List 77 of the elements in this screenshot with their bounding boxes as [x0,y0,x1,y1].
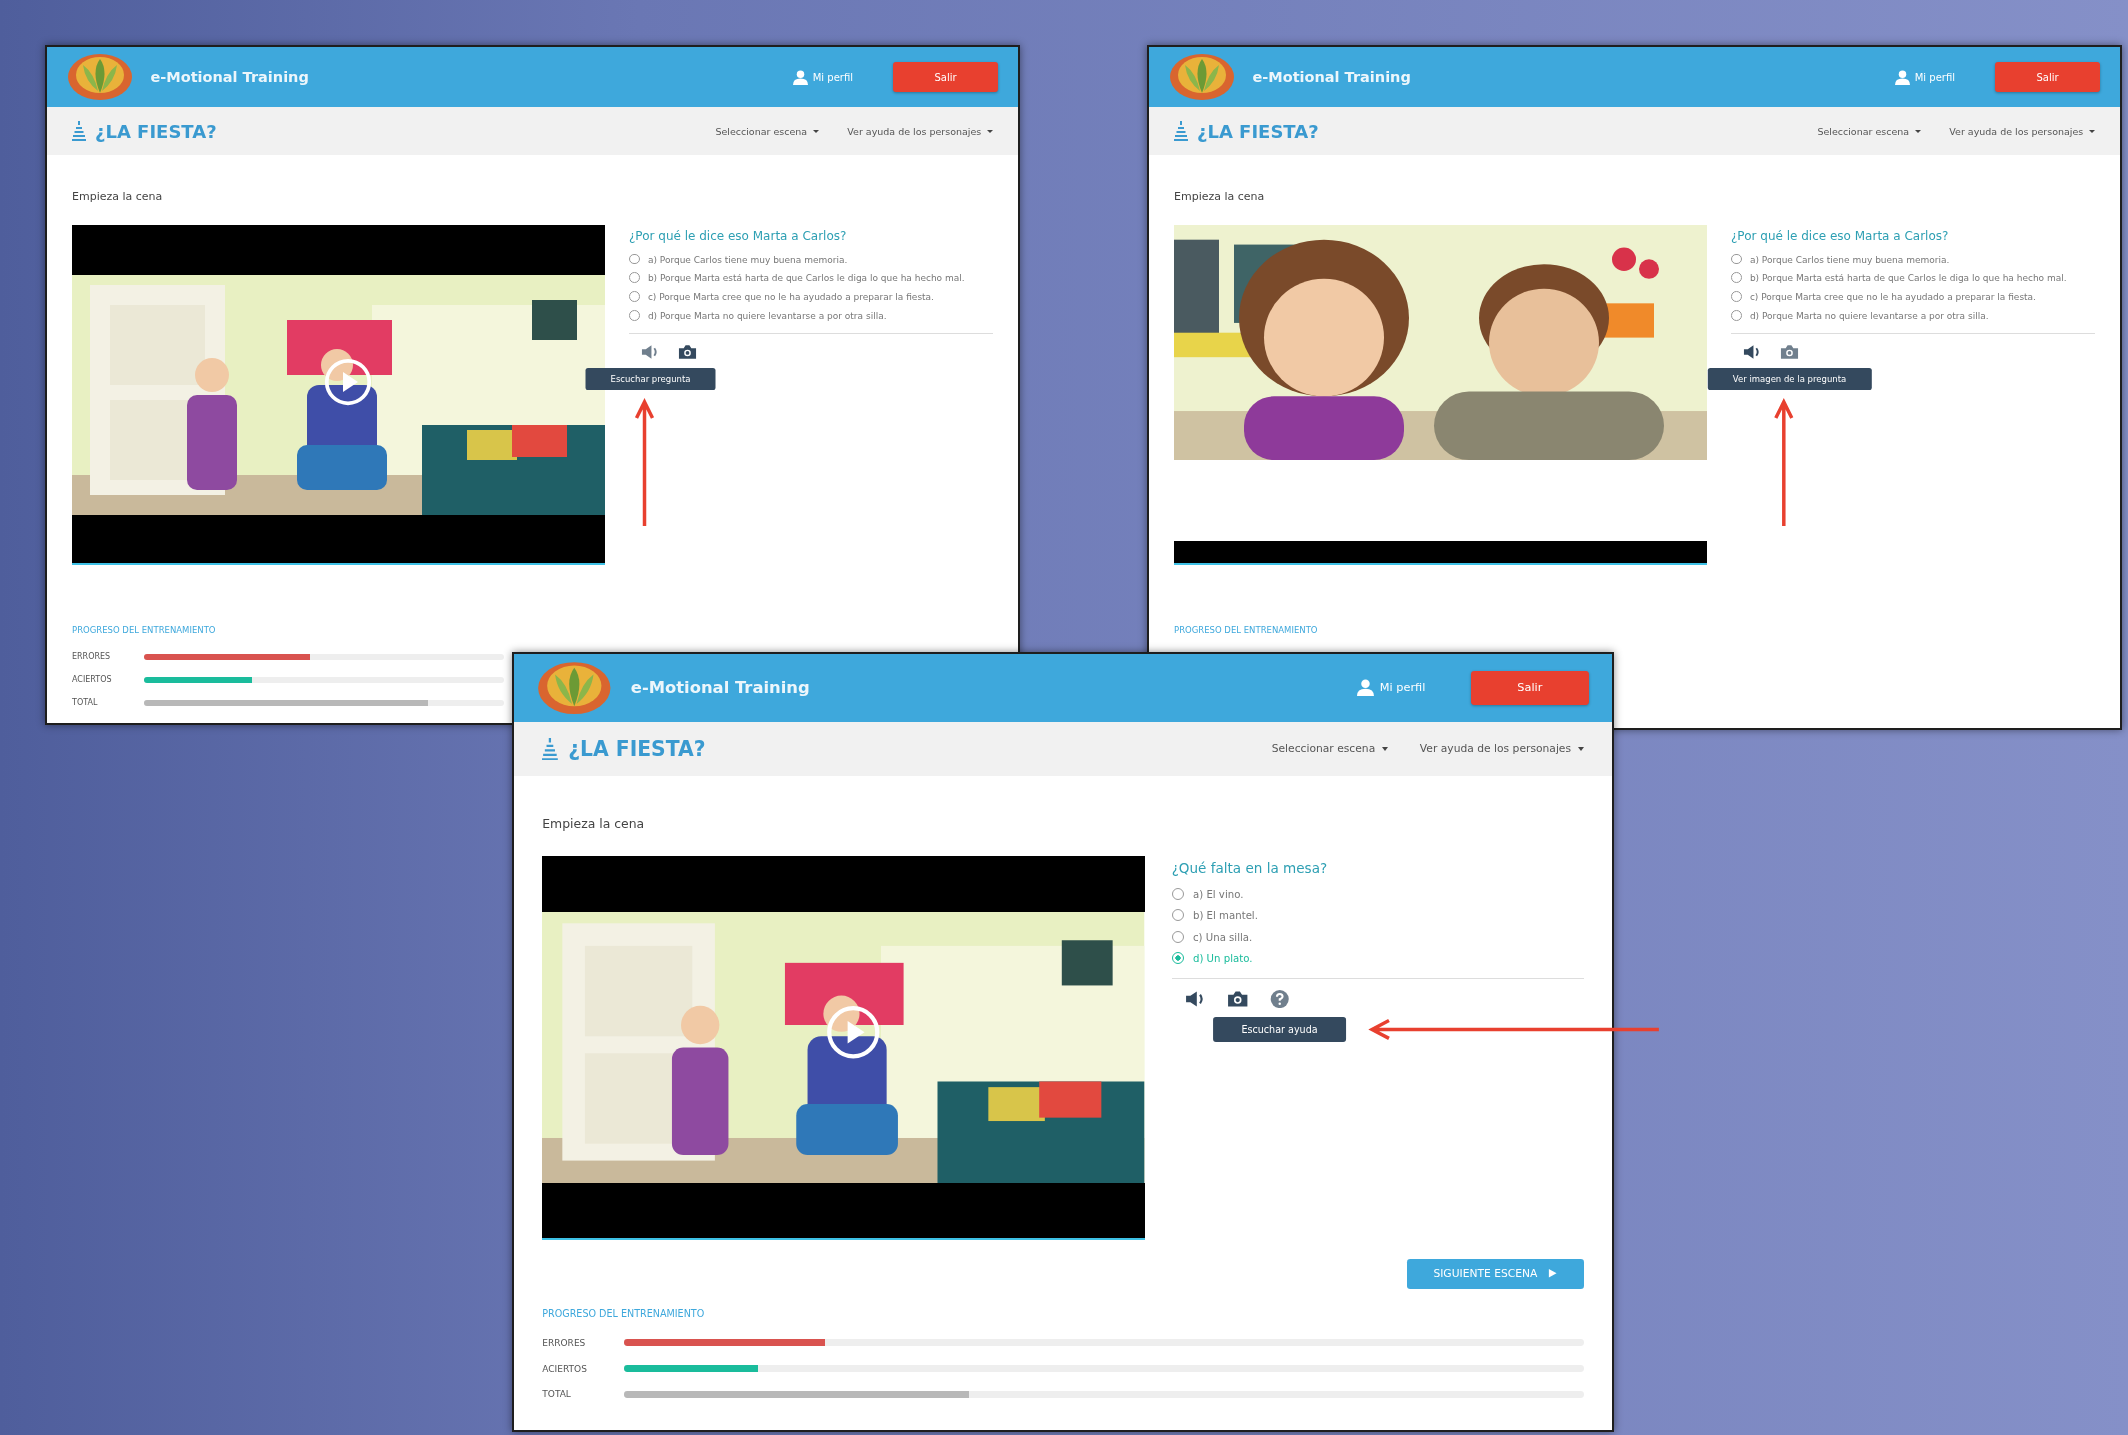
dropdown-menu[interactable]: Ver ayuda de los personajes [847,125,993,137]
answer-option[interactable]: d) Un plato. [1171,951,1584,966]
logout-button[interactable]: Salir [1470,670,1590,705]
tooltip: Escuchar ayuda [1212,1017,1347,1042]
answer-option[interactable]: c) Una silla. [1171,930,1584,945]
profile-link[interactable]: Mi perfil [1914,71,1955,83]
next-scene-button[interactable]: SIGUIENTE ESCENA [1406,1258,1584,1289]
answer-option[interactable]: d) Porque Marta no quiere levantarse a por otra silla. [1731,310,2095,323]
profile-link[interactable]: Mi perfil [812,71,853,83]
dropdown-menu[interactable]: Seleccionar escena [1817,125,1921,137]
caret-icon [1577,746,1584,751]
app-title: e-Motional Training [1252,69,1411,85]
answer-option[interactable]: a) Porque Carlos tiene muy buena memoria. [1731,253,2095,266]
progress-label: ERRORES [72,652,112,662]
cake-icon [1174,121,1188,141]
answer-option[interactable]: a) Porque Carlos tiene muy buena memoria. [629,253,993,266]
dropdown-menu[interactable]: Seleccionar escena [1271,742,1388,756]
answer-option[interactable]: c) Porque Marta cree que no le ha ayudado a preparar la fiesta. [1731,291,2095,304]
camera-icon[interactable] [678,344,697,361]
progress-title: PROGRESO DEL ENTRENAMIENTO [542,1307,706,1319]
answer-option[interactable]: b) Porque Marta está harta de que Carlos le diga lo que ha hecho mal. [1731,272,2095,285]
progress-label: ACIERTOS [72,675,113,685]
answer-option[interactable]: d) Porque Marta no quiere levantarse a por otra silla. [629,310,993,323]
answer-option[interactable]: c) Porque Marta cree que no le ha ayudado a preparar la fiesta. [629,291,993,304]
caret-icon [1914,129,1921,133]
user-icon [1894,69,1910,85]
game-title: ¿LA FIESTA? [95,120,217,142]
cake-icon [542,737,559,761]
logout-button[interactable]: Salir [893,62,998,92]
progress-label: TOTAL [72,698,99,708]
user-icon [1357,679,1375,697]
progress-title: PROGRESO DEL ENTRENAMIENTO [72,625,217,636]
camera-icon[interactable] [1780,344,1799,361]
scene-title: Empieza la cena [1174,190,1266,204]
game-title: ¿LA FIESTA? [568,736,706,761]
progress-label: ERRORES [542,1337,587,1348]
tooltip: Escuchar pregunta [585,368,716,390]
dropdown-menu[interactable]: Ver ayuda de los personajes [1949,125,2095,137]
caret-icon [2089,129,2095,133]
logo-icon [67,53,133,101]
speaker-icon[interactable] [1743,344,1762,361]
answer-option[interactable]: b) Porque Marta está harta de que Carlos le diga lo que ha hecho mal. [629,272,993,285]
answer-option[interactable]: b) El mantel. [1171,909,1584,923]
tooltip: Ver imagen de la pregunta [1707,368,1872,390]
user-icon [792,69,808,85]
progress-title: PROGRESO DEL ENTRENAMIENTO [1174,625,1319,636]
app-title: e-Motional Training [630,678,810,698]
radio-button[interactable] [1171,951,1184,965]
play-icon[interactable] [825,1004,882,1061]
play-icon[interactable] [322,356,373,407]
question-title: ¿Qué falta en la mesa? [1171,859,1329,876]
video-player[interactable] [72,225,605,566]
scene-title: Empieza la cena [72,190,164,204]
scene-title: Empieza la cena [542,815,646,831]
answer-option[interactable]: a) El vino. [1171,887,1584,902]
logo-icon [536,660,612,715]
game-title: ¿LA FIESTA? [1197,120,1319,142]
logout-button[interactable]: Salir [1995,62,2100,92]
video-player[interactable] [542,855,1145,1240]
help-icon[interactable] [1268,990,1291,1009]
progress-label: ACIERTOS [542,1363,588,1374]
question-title: ¿Por qué le dice eso Marta a Carlos? [629,228,848,243]
cake-icon [72,121,86,141]
dropdown-menu[interactable]: Ver ayuda de los personajes [1419,742,1584,756]
play-icon [1548,1269,1557,1278]
caret-icon [812,129,819,133]
caret-icon [1381,746,1388,751]
logo-icon [1169,53,1235,101]
profile-link[interactable]: Mi perfil [1379,681,1426,695]
progress-label: TOTAL [542,1389,572,1400]
speaker-icon[interactable] [641,344,660,361]
question-title: ¿Por qué le dice eso Marta a Carlos? [1731,228,1950,243]
video-player[interactable] [1174,225,1707,566]
app-title: e-Motional Training [150,69,309,85]
caret-icon [987,129,993,133]
dropdown-menu[interactable]: Seleccionar escena [715,125,819,137]
camera-icon[interactable] [1227,990,1249,1009]
